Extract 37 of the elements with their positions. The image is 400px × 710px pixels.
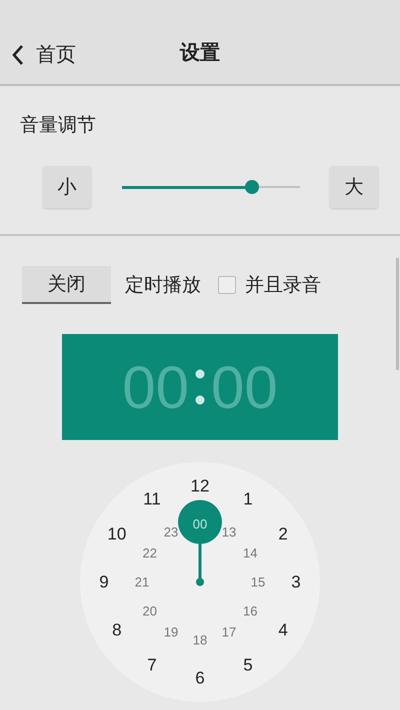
hour-number[interactable]: 5 [243, 656, 253, 674]
clock-dial[interactable]: 12 1 2 3 4 5 6 7 8 9 10 11 00 13 14 15 16 17 18 19 20 21 22 23 [80, 462, 320, 702]
hour-number[interactable]: 14 [242, 546, 258, 560]
hour-number[interactable]: 21 [134, 576, 150, 588]
back-icon [12, 44, 24, 66]
timer-label: 定时播放 [125, 273, 201, 298]
colon-icon [195, 369, 205, 405]
section-label: 音量调节 [20, 113, 97, 138]
checkbox-label[interactable]: 并且录音 [245, 272, 321, 298]
hour-number[interactable]: 10 [107, 526, 126, 542]
checkbox[interactable] [218, 276, 236, 294]
hour-number[interactable]: 23 [164, 525, 178, 538]
volume-up-button[interactable]: 大 [330, 166, 378, 208]
toggle-button[interactable]: 关闭 [22, 266, 111, 304]
back-button[interactable]: 首页 [0, 41, 76, 68]
hour-number[interactable]: 6 [195, 670, 205, 686]
hour-number[interactable]: 12 [190, 478, 210, 494]
volume-slider[interactable] [122, 180, 300, 194]
hour-number[interactable]: 18 [192, 634, 208, 646]
hour-number[interactable]: 2 [278, 526, 288, 542]
hour-number[interactable]: 4 [278, 622, 288, 638]
hour-number[interactable]: 22 [142, 546, 157, 560]
hour-number[interactable]: 9 [99, 574, 109, 590]
back-label[interactable]: 首页 [36, 41, 76, 68]
hour-number[interactable]: 3 [291, 574, 301, 590]
hour-number[interactable]: 11 [143, 490, 161, 508]
hour-number[interactable]: 15 [250, 576, 266, 588]
hour-number[interactable]: 8 [112, 622, 122, 638]
hour-number[interactable]: 17 [222, 626, 236, 639]
hour-number[interactable]: 19 [164, 626, 178, 639]
hour-number[interactable]: 13 [222, 525, 236, 538]
page-title: 设置 [180, 39, 220, 66]
volume-down-button[interactable]: 小 [43, 166, 91, 208]
hour-number[interactable]: 20 [142, 604, 157, 618]
hour-number[interactable]: 16 [242, 604, 258, 618]
hour-number[interactable]: 7 [147, 656, 157, 674]
hour-number[interactable]: 1 [243, 490, 253, 508]
